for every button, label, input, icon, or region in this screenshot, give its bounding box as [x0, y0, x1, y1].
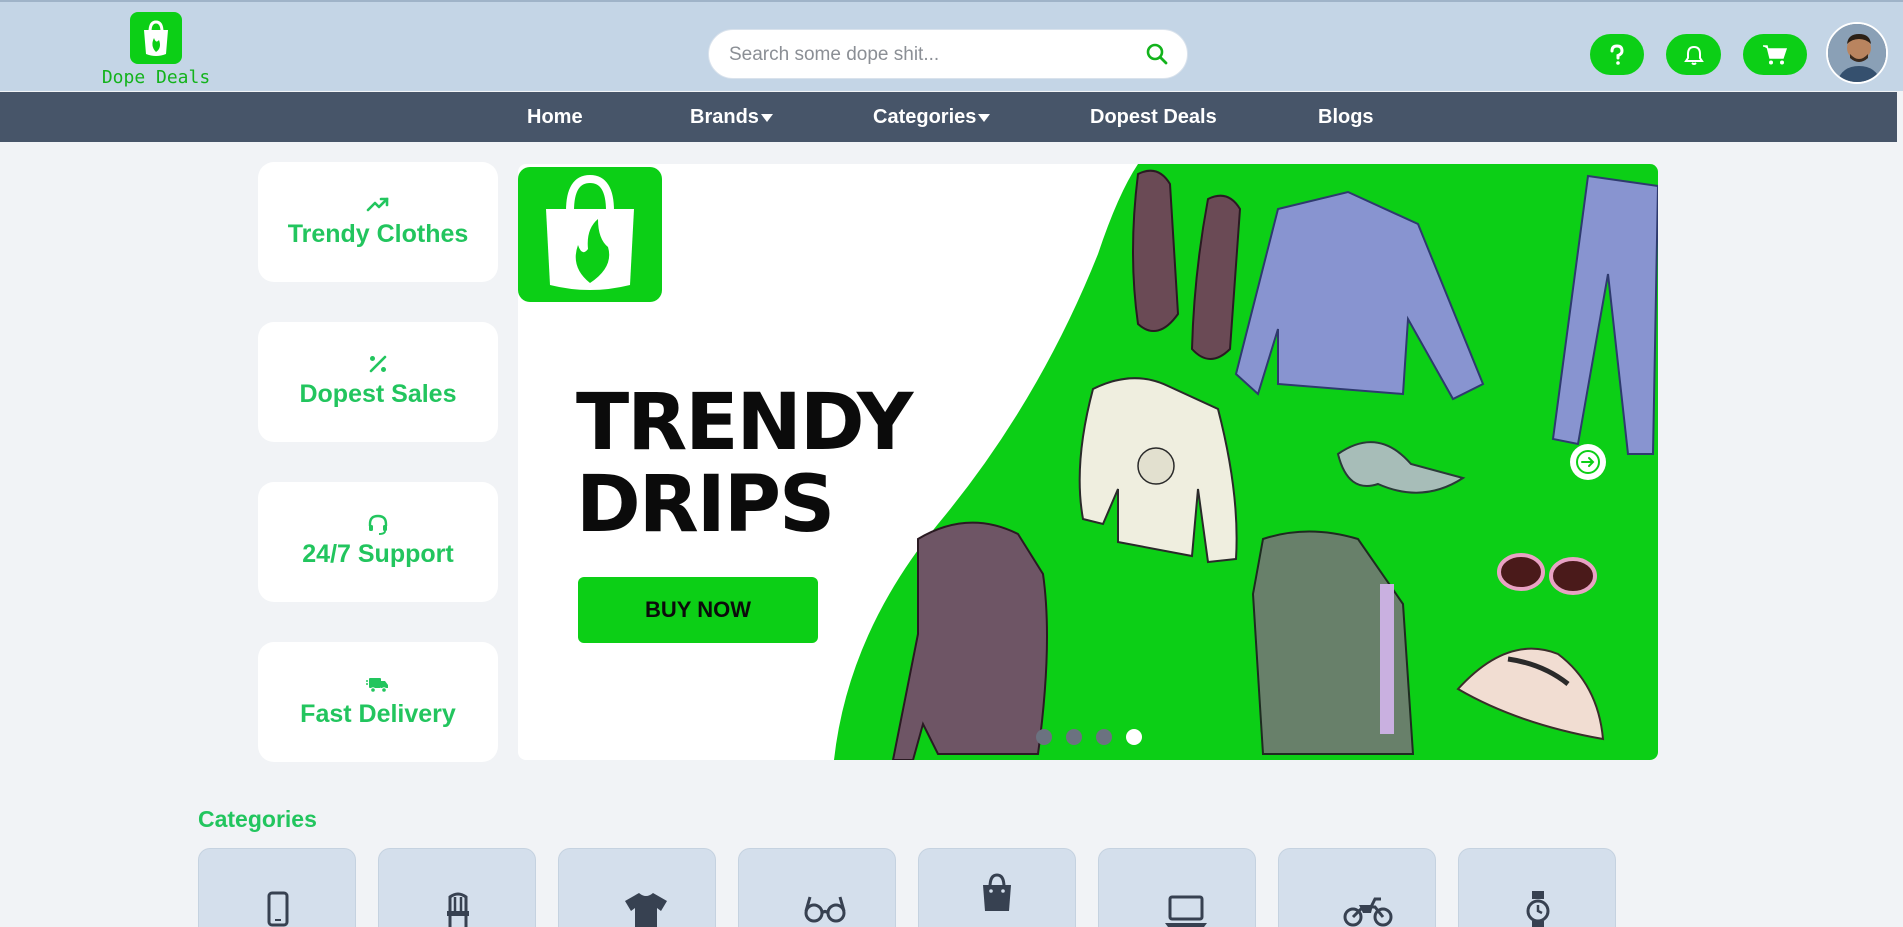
nav-categories[interactable]: Categories: [873, 106, 991, 129]
carousel-dot[interactable]: [1096, 729, 1112, 745]
category-card[interactable]: [1458, 848, 1616, 927]
question-icon: [1610, 43, 1624, 65]
nav-dopest-deals[interactable]: Dopest Deals: [1090, 106, 1217, 129]
tshirt-icon: [625, 893, 667, 927]
category-card[interactable]: [558, 848, 716, 927]
trending-up-icon: [366, 197, 389, 212]
feature-trendy-clothes[interactable]: Trendy Clothes: [258, 162, 498, 282]
logo-icon: [130, 12, 182, 64]
feature-label: Fast Delivery: [300, 700, 456, 728]
feature-support[interactable]: 24/7 Support: [258, 482, 498, 602]
percent-icon: [369, 355, 387, 373]
nav-home[interactable]: Home: [527, 106, 583, 129]
carousel-dot[interactable]: [1066, 729, 1082, 745]
hero-banner[interactable]: TRENDY DRIPS BUY NOW: [518, 164, 1658, 760]
arrow-right-icon: [1576, 450, 1600, 474]
category-card[interactable]: [378, 848, 536, 927]
brand-logo[interactable]: Dope Deals: [100, 12, 212, 88]
caret-down-icon: [978, 113, 991, 122]
watch-icon: [1526, 891, 1550, 927]
feature-label: Trendy Clothes: [287, 220, 469, 248]
bag-icon: [983, 873, 1011, 911]
phone-icon: [267, 891, 289, 927]
carousel-dot[interactable]: [1036, 729, 1052, 745]
logo-text: Dope Deals: [101, 67, 211, 88]
cart-icon: [1763, 44, 1788, 64]
categories-title: Categories: [198, 806, 317, 832]
user-avatar[interactable]: [1826, 22, 1888, 84]
motorcycle-icon: [1343, 897, 1393, 927]
nav-blogs[interactable]: Blogs: [1318, 106, 1374, 129]
carousel-dots: [1036, 729, 1142, 745]
truck-icon: [366, 678, 388, 693]
bell-icon: [1683, 45, 1704, 65]
category-card[interactable]: [918, 848, 1076, 927]
feature-fast-delivery[interactable]: Fast Delivery: [258, 642, 498, 762]
search-bar: [708, 29, 1188, 79]
nav-brands-label: Brands: [690, 106, 759, 128]
top-header: Dope Deals: [0, 0, 1903, 91]
nav-brands[interactable]: Brands: [690, 106, 773, 129]
next-slide-button[interactable]: [1570, 444, 1606, 480]
carousel-dot-active[interactable]: [1126, 729, 1142, 745]
category-card[interactable]: [738, 848, 896, 927]
feature-dopest-sales[interactable]: Dopest Sales: [258, 322, 498, 442]
search-icon[interactable]: [1145, 42, 1169, 71]
shopping-bag-icon: [546, 174, 634, 290]
brand-badge: [518, 167, 662, 302]
headline-line-2: DRIPS: [576, 460, 835, 550]
buy-now-button[interactable]: BUY NOW: [578, 577, 818, 643]
glasses-icon: [804, 896, 846, 923]
main-nav: Home Brands Categories Dopest Deals Blog…: [0, 92, 1897, 142]
notifications-button[interactable]: [1666, 34, 1721, 75]
laptop-icon: [1165, 895, 1207, 927]
caret-down-icon: [760, 113, 773, 122]
cart-button[interactable]: [1743, 34, 1807, 75]
feature-label: Dopest Sales: [299, 380, 457, 408]
category-card[interactable]: [1098, 848, 1256, 927]
headset-icon: [368, 514, 388, 535]
category-card[interactable]: [198, 848, 356, 927]
chair-icon: [447, 892, 469, 927]
help-button[interactable]: [1590, 34, 1644, 75]
category-card[interactable]: [1278, 848, 1436, 927]
nav-categories-label: Categories: [873, 106, 977, 128]
search-input[interactable]: [729, 42, 1129, 68]
banner-headline: TRENDY DRIPS: [576, 378, 913, 550]
feature-label: 24/7 Support: [302, 540, 454, 568]
headline-line-1: TRENDY: [576, 378, 913, 468]
